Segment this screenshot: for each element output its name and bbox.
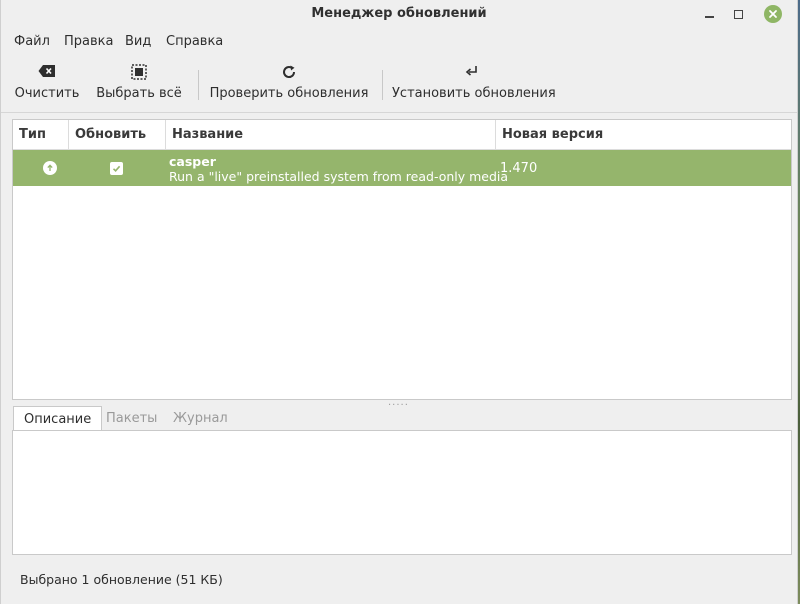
tab-changelog[interactable]: Журнал изменений <box>163 406 258 451</box>
select-all-icon <box>131 64 147 80</box>
maximize-icon <box>733 9 743 19</box>
install-button[interactable]: Установить обновления <box>392 58 556 106</box>
select-all-label: Выбрать всё <box>96 86 182 101</box>
install-label: Установить обновления <box>392 86 556 101</box>
clear-button[interactable]: Очистить <box>11 58 83 106</box>
refresh-icon <box>283 65 296 78</box>
select-all-button[interactable]: Выбрать всё <box>93 58 185 106</box>
column-update[interactable]: Обновить <box>69 120 166 149</box>
toolbar-separator <box>198 70 199 100</box>
maximize-button[interactable] <box>728 4 748 24</box>
backspace-icon <box>38 65 55 77</box>
title-bar[interactable]: Менеджер обновлений <box>1 0 797 28</box>
table-row[interactable]: casper Run a "live" preinstalled system … <box>13 150 791 186</box>
minimize-icon <box>704 16 714 18</box>
menu-file[interactable]: Файл <box>14 34 50 49</box>
update-manager-window: Менеджер обновлений Файл Правка Вид Спра… <box>0 0 798 604</box>
menu-help[interactable]: Справка <box>166 34 223 49</box>
menu-edit[interactable]: Правка <box>64 34 113 49</box>
clear-label: Очистить <box>14 86 80 101</box>
package-description: Run a "live" preinstalled system from re… <box>169 169 509 184</box>
column-headers: Тип Обновить Название Новая версия <box>13 120 791 150</box>
updates-list[interactable]: Тип Обновить Название Новая версия caspe… <box>12 119 792 400</box>
refresh-button[interactable]: Проверить обновления <box>208 58 370 106</box>
pane-resize-handle[interactable]: ····· <box>388 400 409 411</box>
menu-view[interactable]: Вид <box>125 34 151 49</box>
status-text: Выбрано 1 обновление (51 КБ) <box>20 572 223 587</box>
toolbar: Очистить Выбрать всё Проверить обновлени… <box>1 58 797 110</box>
checkmark-icon <box>112 165 121 172</box>
package-name: casper <box>169 154 216 169</box>
column-name[interactable]: Название <box>166 120 496 149</box>
description-panel <box>12 430 792 555</box>
package-new-version: 1.470 <box>500 161 538 176</box>
toolbar-divider <box>1 112 797 113</box>
toolbar-separator <box>382 70 383 100</box>
update-checkbox[interactable] <box>110 162 123 175</box>
close-button[interactable] <box>764 5 782 23</box>
column-type[interactable]: Тип <box>13 120 69 149</box>
tab-packages[interactable]: Пакеты <box>96 406 167 431</box>
refresh-label: Проверить обновления <box>209 86 369 101</box>
close-icon <box>769 10 777 18</box>
enter-icon <box>465 66 477 76</box>
tab-description[interactable]: Описание <box>13 406 103 431</box>
arrow-up-icon <box>43 161 57 175</box>
window-title: Менеджер обновлений <box>311 6 487 21</box>
column-new-version[interactable]: Новая версия <box>496 120 791 149</box>
minimize-button[interactable] <box>699 4 719 24</box>
